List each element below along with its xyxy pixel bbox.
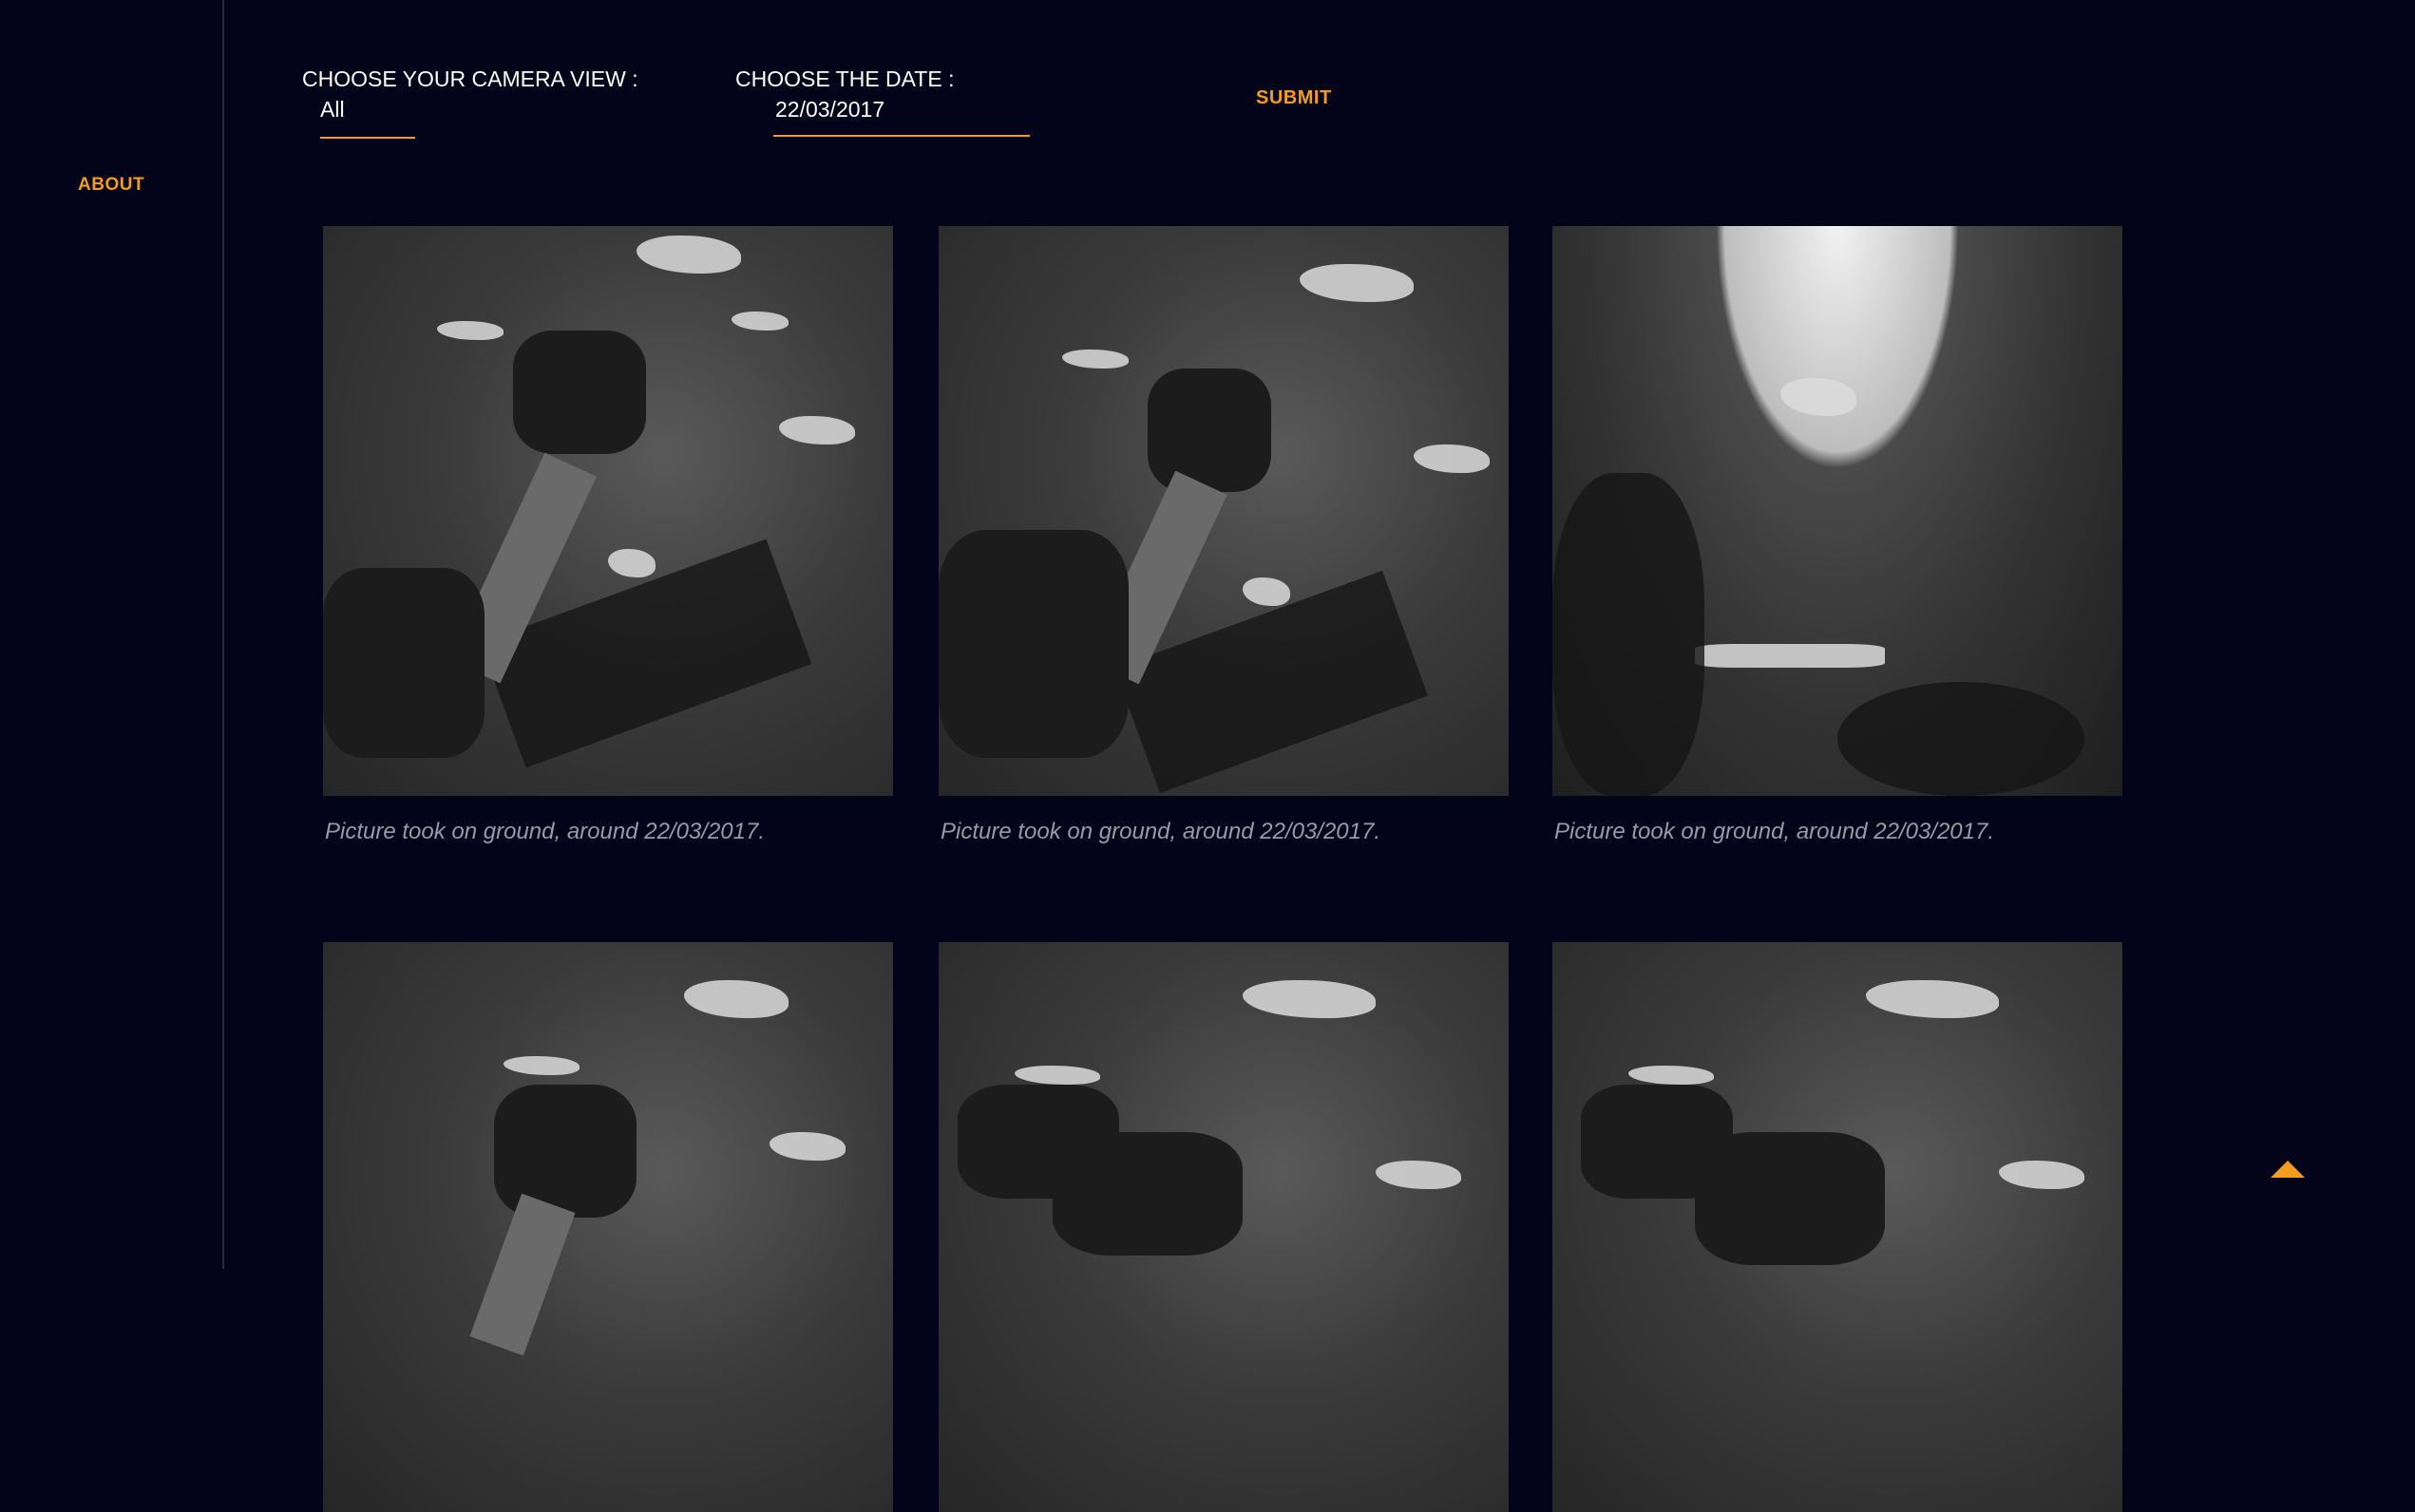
photo-card: Picture took on ground, around 22/03/201…	[939, 226, 1509, 845]
camera-view-select[interactable]: All	[320, 97, 415, 139]
scroll-top-caret-up-icon[interactable]	[2271, 1161, 2305, 1178]
date-input[interactable]: 22/03/2017	[773, 97, 1030, 137]
rover-photo[interactable]	[1552, 942, 2122, 1512]
rover-photo[interactable]	[939, 226, 1509, 796]
rover-photo[interactable]	[323, 226, 893, 796]
camera-view-value: All	[320, 97, 345, 122]
sidebar: ABOUT	[0, 0, 224, 1269]
rover-photo[interactable]	[323, 942, 893, 1512]
photo-caption: Picture took on ground, around 22/03/201…	[325, 819, 766, 844]
rover-photo[interactable]	[1552, 226, 2122, 796]
photo-card	[939, 942, 1509, 1512]
rover-photo[interactable]	[939, 942, 1509, 1512]
date-value: 22/03/2017	[775, 97, 885, 122]
date-label: CHOOSE THE DATE :	[735, 66, 955, 91]
submit-button[interactable]: SUBMIT	[1256, 87, 1332, 109]
photo-caption: Picture took on ground, around 22/03/201…	[1554, 819, 1995, 844]
photo-card: Picture took on ground, around 22/03/201…	[1552, 226, 2122, 845]
photo-card	[1552, 942, 2122, 1512]
photo-card: Picture took on ground, around 22/03/201…	[323, 226, 893, 845]
camera-view-label: CHOOSE YOUR CAMERA VIEW :	[302, 66, 638, 91]
photo-caption: Picture took on ground, around 22/03/201…	[941, 819, 1381, 844]
nav-about-link[interactable]: ABOUT	[78, 175, 144, 196]
photo-card	[323, 942, 893, 1512]
